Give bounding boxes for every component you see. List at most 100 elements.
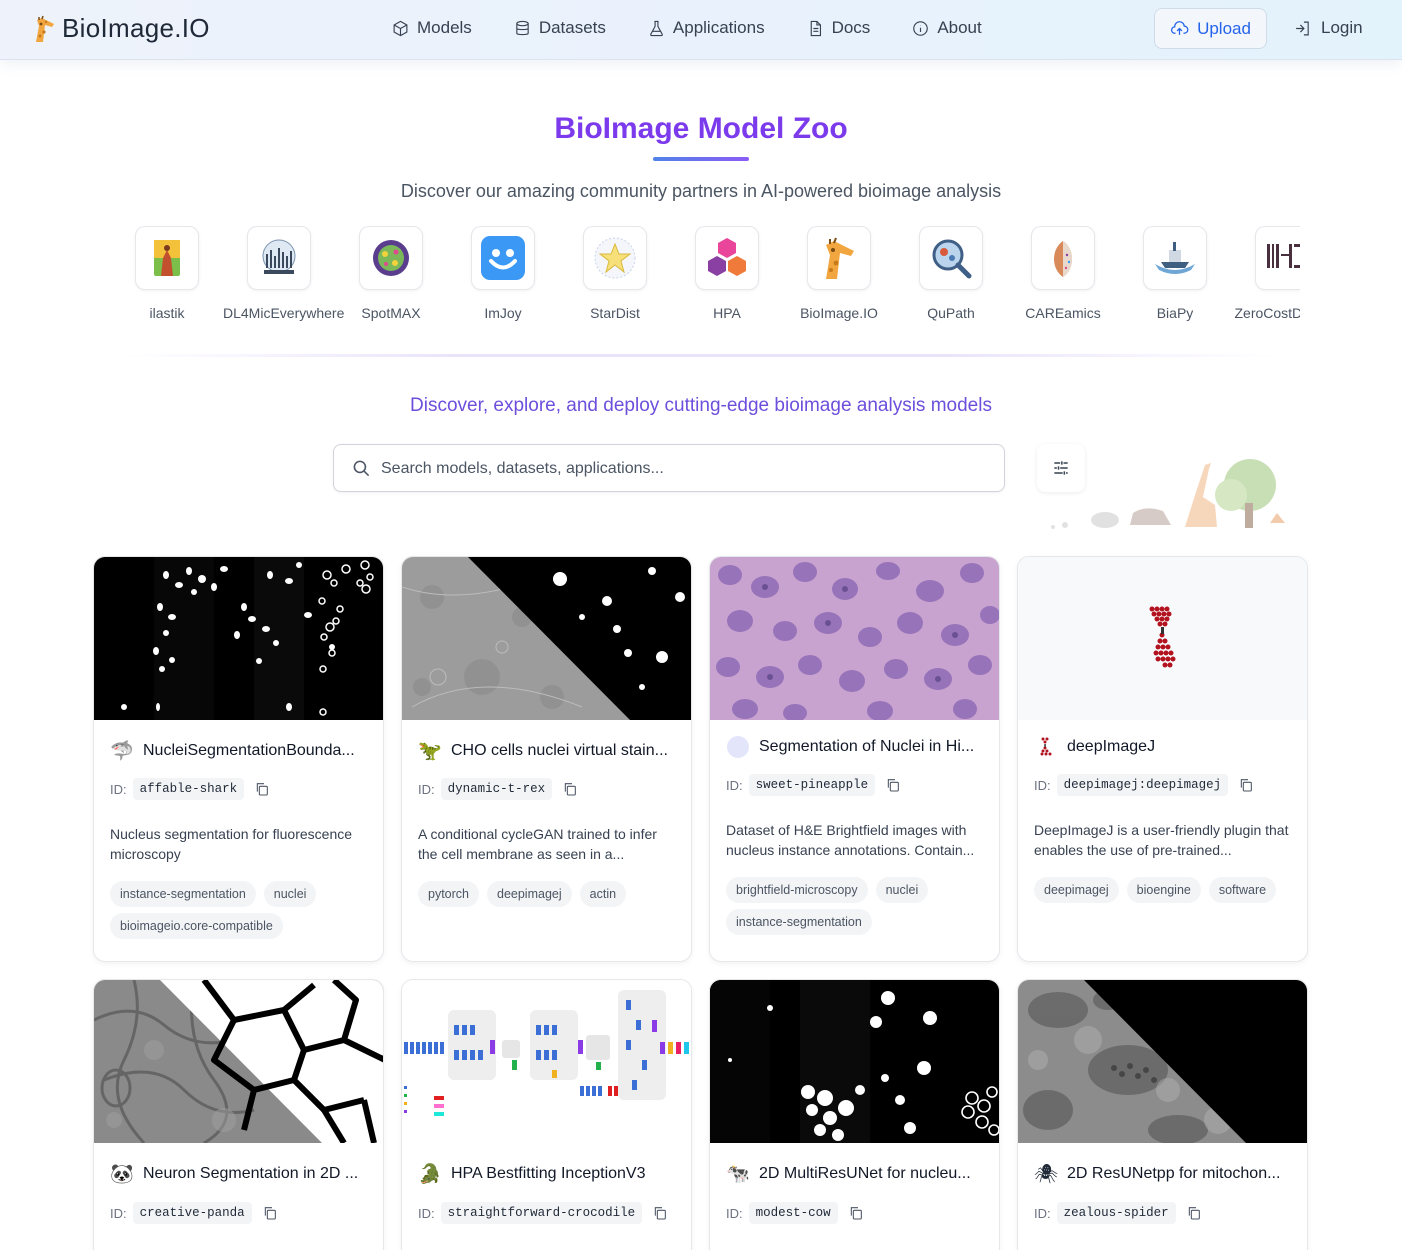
partner-careamics[interactable]: CAREamics — [1007, 226, 1119, 321]
card-description: A conditional cycleGAN trained to infer … — [418, 826, 657, 862]
partner-bioimageio[interactable]: BioImage.IO — [783, 226, 895, 321]
careamics-logo-icon — [1031, 226, 1095, 290]
tag[interactable]: nuclei — [875, 877, 929, 903]
card-title: 2D MultiResUNet for nucleu... — [759, 1165, 971, 1182]
copy-icon[interactable] — [1238, 777, 1254, 793]
tag[interactable]: pytorch — [418, 881, 479, 907]
id-label: ID: — [1034, 777, 1051, 793]
login-label: Login — [1321, 18, 1363, 37]
nav-datasets[interactable]: Datasets — [514, 18, 606, 38]
model-card-dynamic-t-rex[interactable]: 🦖 CHO cells nuclei virtual stain... ID: … — [401, 556, 692, 962]
tag[interactable]: deepimagej — [487, 881, 572, 907]
id-label: ID: — [110, 1205, 127, 1221]
card-title-row: 🕷 2D ResUNetpp for mitochon... — [1034, 1162, 1297, 1186]
card-title-row: 🦖 CHO cells nuclei virtual stain... — [418, 739, 681, 763]
id-label: ID: — [418, 781, 435, 797]
partner-qupath[interactable]: QuPath — [895, 226, 1007, 321]
partner-biapy[interactable]: BiaPy — [1119, 226, 1231, 321]
copy-icon[interactable] — [262, 1205, 278, 1221]
copy-icon[interactable] — [562, 781, 578, 797]
card-id: sweet-pineapple — [748, 774, 876, 796]
hpa-logo-icon — [695, 226, 759, 290]
ilastik-logo-icon — [135, 226, 199, 290]
imjoy-logo-icon — [471, 226, 535, 290]
copy-icon[interactable] — [652, 1205, 668, 1221]
panda-icon: 🐼 — [110, 1164, 134, 1185]
model-card-creative-panda[interactable]: 🐼 Neuron Segmentation in 2D ... ID: crea… — [93, 979, 384, 1250]
partner-imjoy[interactable]: ImJoy — [447, 226, 559, 321]
tag[interactable]: bioengine — [1126, 877, 1201, 903]
partner-name: CAREamics — [1025, 305, 1101, 321]
copy-icon[interactable] — [254, 781, 270, 797]
partner-stardist[interactable]: StarDist — [559, 226, 671, 321]
nav-datasets-label: Datasets — [538, 18, 606, 37]
partner-hpa[interactable]: HPA — [671, 226, 783, 321]
card-title: HPA Bestfitting InceptionV3 — [451, 1165, 646, 1182]
nav-docs[interactable]: Docs — [807, 18, 871, 38]
tag[interactable]: deepimagej — [1034, 877, 1119, 903]
partner-name: ImJoy — [484, 305, 522, 321]
model-card-straightforward-crocodile[interactable]: 🐊 HPA Bestfitting InceptionV3 ID: straig… — [401, 979, 692, 1250]
card-thumbnail — [402, 980, 691, 1143]
top-navbar: BioImage.IO Models Datasets Applications… — [0, 0, 1402, 60]
partner-dl4miceverywhere[interactable]: DL4MicEverywhere — [223, 226, 344, 321]
card-title: CHO cells nuclei virtual stain... — [451, 742, 668, 759]
giraffe-logo-icon — [36, 15, 54, 42]
copy-icon[interactable] — [1186, 1205, 1202, 1221]
card-title-row: 🐄 2D MultiResUNet for nucleu... — [726, 1162, 989, 1186]
partner-name: ZeroCostDL4Mic — [1234, 305, 1300, 321]
model-card-zealous-spider[interactable]: 🕷 2D ResUNetpp for mitochon... ID: zealo… — [1017, 979, 1308, 1250]
card-id-row: ID: straightforward-crocodile — [418, 1202, 668, 1224]
card-id-row: ID: zealous-spider — [1034, 1202, 1202, 1224]
t-rex-icon: 🦖 — [418, 741, 442, 762]
card-thumbnail — [402, 557, 691, 720]
partner-ilastik[interactable]: ilastik — [120, 226, 223, 321]
nav-docs-label: Docs — [831, 18, 871, 37]
tag[interactable]: brightfield-microscopy — [726, 877, 868, 903]
upload-button[interactable]: Upload — [1154, 8, 1267, 49]
upload-label: Upload — [1197, 18, 1251, 38]
tag[interactable]: instance-segmentation — [726, 909, 872, 935]
dataset-card-sweet-pineapple[interactable]: Segmentation of Nuclei in Hi... ID: swee… — [709, 556, 1000, 962]
copy-icon[interactable] — [848, 1205, 864, 1221]
brand-logo[interactable]: BioImage.IO — [30, 13, 210, 44]
card-id: deepimagej:deepimagej — [1056, 774, 1229, 796]
deepimagej-icon — [1034, 735, 1058, 759]
nav-applications[interactable]: Applications — [648, 18, 765, 38]
title-underline — [653, 157, 749, 161]
card-id-row: ID: deepimagej:deepimagej — [1034, 774, 1254, 796]
application-card-deepimagej[interactable]: deepImageJ ID: deepimagej:deepimagej Dee… — [1017, 556, 1308, 962]
card-title-row: deepImageJ — [1034, 735, 1297, 759]
card-id-row: ID: dynamic-t-rex — [418, 778, 578, 800]
copy-icon[interactable] — [885, 777, 901, 793]
tag[interactable]: software — [1208, 877, 1277, 903]
nav-models[interactable]: Models — [392, 18, 472, 38]
partner-name: StarDist — [590, 305, 640, 321]
model-card-modest-cow[interactable]: 🐄 2D MultiResUNet for nucleu... ID: mode… — [709, 979, 1000, 1250]
partner-name: ilastik — [149, 305, 185, 321]
card-title: Segmentation of Nuclei in Hi... — [759, 738, 975, 755]
flask-icon — [650, 20, 663, 36]
partner-spotmax[interactable]: SpotMAX — [335, 226, 447, 321]
document-icon — [810, 20, 821, 36]
card-thumbnail — [710, 980, 999, 1143]
nav-about[interactable]: About — [912, 18, 982, 38]
page-title: BioImage Model Zoo — [554, 112, 848, 145]
card-title-row: 🦈 NucleiSegmentationBounda... — [110, 739, 373, 763]
search-input[interactable] — [381, 455, 981, 483]
tag[interactable]: instance-segmentation — [110, 881, 256, 907]
card-tags: deepimagej bioengine software — [1034, 877, 1299, 903]
tag[interactable]: actin — [579, 881, 627, 907]
dl4miceverywhere-logo-icon — [247, 226, 311, 290]
id-label: ID: — [110, 781, 127, 797]
tag[interactable]: bioimageio.core-compatible — [110, 913, 283, 939]
partner-zerocostdl4mic[interactable]: ZeroCostDL4Mic — [1231, 226, 1300, 321]
tag[interactable]: nuclei — [263, 881, 317, 907]
cow-icon: 🐄 — [726, 1164, 750, 1185]
card-title-row: 🐼 Neuron Segmentation in 2D ... — [110, 1162, 373, 1186]
login-button[interactable]: Login — [1294, 18, 1363, 38]
model-card-affable-shark[interactable]: 🦈 NucleiSegmentationBounda... ID: affabl… — [93, 556, 384, 962]
main-nav: Models Datasets Applications Docs About — [392, 18, 1024, 38]
card-description: Dataset of H&E Brightfield images with n… — [726, 822, 975, 858]
partner-name: HPA — [713, 305, 741, 321]
